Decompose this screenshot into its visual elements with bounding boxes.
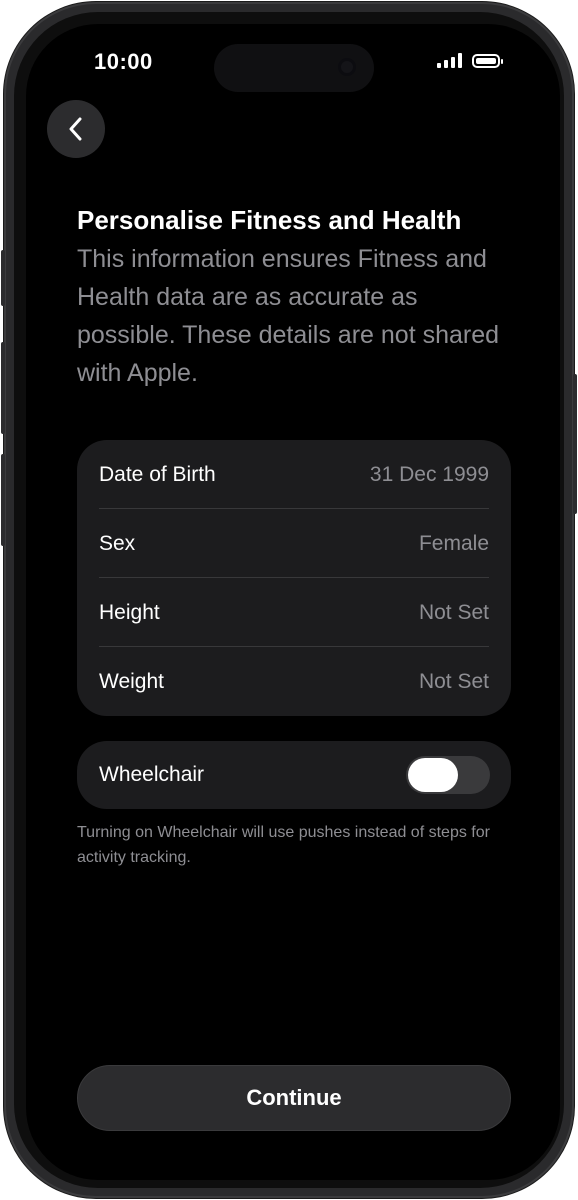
status-icons <box>437 53 503 68</box>
row-label: Sex <box>99 531 136 555</box>
weight-row[interactable]: Weight Not Set <box>99 647 489 716</box>
row-value: Not Set <box>418 600 489 624</box>
screen: 10:00 Personalise Fitness and Health Thi… <box>26 24 560 1180</box>
page-title: Personalise Fitness and Health <box>77 205 462 235</box>
sex-row[interactable]: Sex Female <box>99 509 489 578</box>
front-camera-icon <box>338 58 356 76</box>
row-value: 31 Dec 1999 <box>369 462 489 486</box>
battery-icon <box>472 53 503 68</box>
continue-button[interactable]: Continue <box>77 1065 511 1131</box>
wheelchair-card: Wheelchair <box>77 741 511 809</box>
wheelchair-toggle[interactable] <box>406 756 490 794</box>
cellular-signal-icon <box>437 53 462 68</box>
row-label: Height <box>99 600 160 624</box>
status-time: 10:00 <box>94 49 153 74</box>
toggle-knob <box>408 758 458 792</box>
row-value: Female <box>418 531 489 555</box>
back-button[interactable] <box>47 100 105 158</box>
chevron-left-icon <box>69 117 82 141</box>
height-row[interactable]: Height Not Set <box>99 578 489 647</box>
wheelchair-footnote: Turning on Wheelchair will use pushes in… <box>77 824 490 866</box>
health-details-card: Date of Birth 31 Dec 1999 Sex Female Hei… <box>77 440 511 716</box>
row-value: Not Set <box>418 669 489 693</box>
wheelchair-label: Wheelchair <box>99 763 205 786</box>
dynamic-island <box>214 44 374 92</box>
page-description: This information ensures Fitness and Hea… <box>77 245 500 387</box>
row-label: Date of Birth <box>99 462 216 486</box>
date-of-birth-row[interactable]: Date of Birth 31 Dec 1999 <box>99 440 489 509</box>
row-label: Weight <box>99 669 164 693</box>
